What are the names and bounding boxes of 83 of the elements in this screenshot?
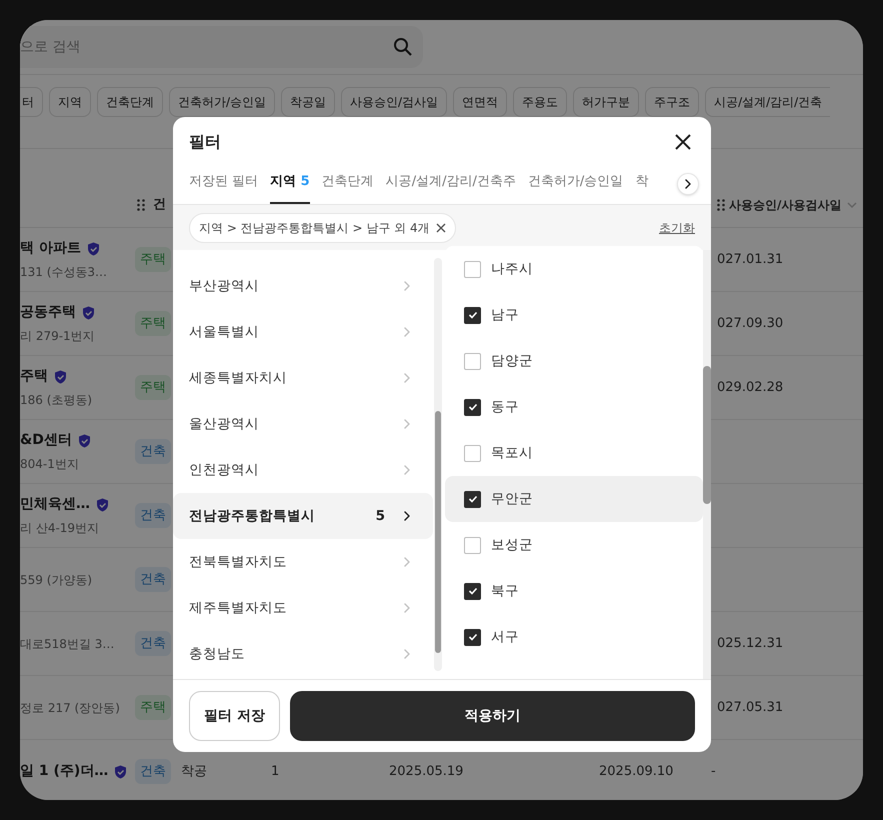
check-icon xyxy=(468,632,478,642)
close-icon xyxy=(436,222,446,232)
type-tag: 건축 xyxy=(135,566,171,592)
check-icon xyxy=(468,402,478,412)
table-cell-text: 1 xyxy=(271,762,280,781)
region-item[interactable]: 서울특별시 xyxy=(173,309,433,355)
region-item[interactable]: 부산광역시 xyxy=(173,263,433,309)
search-field[interactable]: 으로 검색 xyxy=(20,26,423,68)
building-address: 리 279-1번지 xyxy=(20,328,96,345)
filter-tab[interactable]: 건축단계 xyxy=(322,167,374,204)
region-item[interactable]: 인천광역시 xyxy=(173,447,433,493)
region-item[interactable]: 전북특별자치도 xyxy=(173,539,433,585)
building-address: 186 (초평동) xyxy=(20,392,94,409)
column-header[interactable]: 사용승인/사용검사일 xyxy=(729,196,842,214)
checkbox[interactable] xyxy=(464,444,481,462)
building-name: 일 1 (주)더… xyxy=(20,762,108,781)
building-address: 131 (수성동3… xyxy=(20,264,108,281)
region-item[interactable]: 충청남도 xyxy=(173,631,433,677)
filter-tab[interactable]: 착 xyxy=(635,167,648,204)
region-item[interactable]: 전남광주통합특별시 5 xyxy=(173,493,433,539)
check-icon xyxy=(468,310,478,320)
region-item[interactable]: 제주특별자치도 xyxy=(173,585,433,631)
table-cell-text: - xyxy=(711,762,716,781)
checkbox[interactable] xyxy=(464,628,481,646)
close-icon xyxy=(675,134,691,150)
filter-tab[interactable]: 저장된 필터 xyxy=(189,167,258,204)
table-cell-text: 착공 xyxy=(181,762,208,781)
type-tag: 건축 xyxy=(135,502,171,528)
building-name: 택 아파트 xyxy=(20,239,81,258)
checkbox[interactable] xyxy=(464,352,481,370)
building-name: 주택 xyxy=(20,367,48,386)
reset-link[interactable]: 초기화 xyxy=(659,218,695,236)
checkbox[interactable] xyxy=(464,306,481,324)
filter-chip[interactable]: 지역 xyxy=(49,87,91,117)
dialog-title: 필터 xyxy=(189,131,221,153)
column-header[interactable]: 건 xyxy=(153,195,166,215)
filter-tab[interactable]: 건축허가/승인일 xyxy=(528,167,624,204)
region-item[interactable]: 세종특별자치시 xyxy=(173,355,433,401)
table-cell-text: 029.02.28 xyxy=(716,378,784,397)
table-cell-text: 025.12.31 xyxy=(716,634,784,653)
table-cell-text: 027.09.30 xyxy=(716,314,784,333)
scrollbar[interactable] xyxy=(434,258,442,671)
filter-chip[interactable]: 시공/설계/감리/건축 xyxy=(705,87,830,117)
table-cell-text: 2025.09.10 xyxy=(599,762,674,781)
type-tag: 건축 xyxy=(135,758,171,784)
table-cell-text: 2025.05.19 xyxy=(389,762,464,781)
type-tag: 건축 xyxy=(135,630,171,656)
next-tabs-button[interactable] xyxy=(677,173,699,195)
drag-handle-icon[interactable] xyxy=(717,199,725,211)
checkbox[interactable] xyxy=(464,260,481,278)
check-icon xyxy=(468,494,478,504)
building-address: 정로 217 (장안동) xyxy=(20,700,121,716)
drag-handle-icon[interactable] xyxy=(137,199,145,211)
scrollbar[interactable] xyxy=(703,250,711,679)
applied-filter-label: 지역 > 전남광주통합특별시 > 남구 외 4개 xyxy=(199,220,430,236)
type-tag: 주택 xyxy=(135,246,171,272)
checkbox[interactable] xyxy=(464,490,481,508)
checkbox[interactable] xyxy=(464,398,481,416)
building-address: 리 산4-19번지 xyxy=(20,520,100,537)
type-tag: 주택 xyxy=(135,694,171,720)
district-option[interactable]: 무안군 xyxy=(445,476,703,522)
building-address: 804-1번지 xyxy=(20,456,80,473)
building-address: 대로518번길 3… xyxy=(20,636,116,652)
table-cell-text: 027.01.31 xyxy=(716,250,784,269)
filter-tab[interactable]: 시공/설계/감리/건축주 xyxy=(386,167,516,204)
building-name: 공동주택 xyxy=(20,303,76,322)
building-address: 559 (가양동) xyxy=(20,572,94,588)
type-tag: 건축 xyxy=(135,438,171,464)
save-filter-button[interactable]: 필터 저장 xyxy=(189,691,280,741)
type-tag: 주택 xyxy=(135,310,171,336)
building-name: &D센터 xyxy=(20,431,72,450)
checkbox[interactable] xyxy=(464,582,481,600)
filter-chip[interactable]: 터 xyxy=(20,87,43,117)
filter-chip[interactable]: 건축단계 xyxy=(97,87,163,117)
check-icon xyxy=(468,586,478,596)
table-cell-text: 027.05.31 xyxy=(716,698,784,717)
search-icon[interactable] xyxy=(393,37,413,57)
type-tag: 주택 xyxy=(135,374,171,400)
building-name: 민체육센… xyxy=(20,495,90,514)
checkbox[interactable] xyxy=(464,536,481,554)
region-item[interactable]: 울산광역시 xyxy=(173,401,433,447)
apply-button[interactable]: 적용하기 xyxy=(290,691,695,741)
remove-filter-button[interactable] xyxy=(436,222,446,232)
